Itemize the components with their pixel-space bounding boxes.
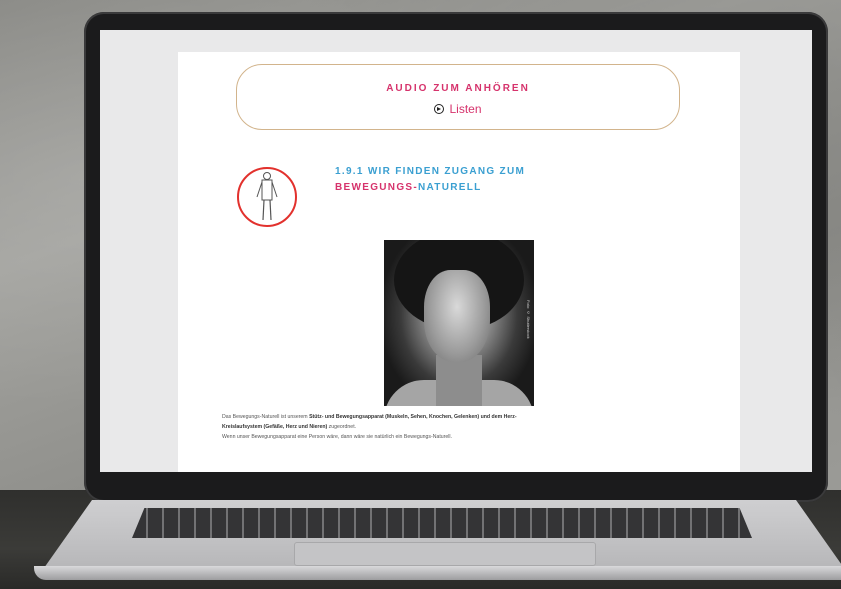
laptop-base-edge [34, 566, 841, 580]
laptop-base [34, 500, 841, 582]
body-line-3: Wenn unser Bewegungsapparat eine Person … [222, 434, 453, 440]
portrait-photo: Foto: © Shutterstock [384, 240, 534, 406]
section-subtitle: BEWEGUNGS-NATURELL [335, 182, 482, 193]
trackpad [294, 542, 596, 566]
subtitle-part-naturell: NATURELL [418, 182, 482, 193]
audio-box: AUDIO ZUM ANHÖREN Listen [236, 64, 680, 130]
section-title: 1.9.1 WIR FINDEN ZUGANG ZUM [335, 166, 526, 177]
listen-label: Listen [449, 102, 482, 116]
body-line-1: Das Bewegungs-Naturell ist unserem Stütz… [222, 412, 722, 422]
subtitle-part-bewegungs: BEWEGUNGS- [335, 182, 418, 193]
audio-title: AUDIO ZUM ANHÖREN [386, 83, 530, 94]
photo-face [424, 270, 490, 362]
body-line-2-plain: zugeordnet. [327, 424, 357, 430]
circle-arrow-icon [434, 104, 445, 114]
body-line-1-bold: Stütz- und Bewegungsapparat (Muskeln, Se… [309, 414, 517, 420]
photo-neck [436, 355, 482, 406]
photo-credit: Foto: © Shutterstock [526, 300, 531, 339]
document-page: AUDIO ZUM ANHÖREN Listen 1.9.1 WIR FINDE… [178, 52, 740, 472]
body-paragraph: Das Bewegungs-Naturell ist unserem Stütz… [222, 412, 722, 442]
body-line-2-bold: Kreislaufsystem (Gefäße, Herz und Nieren… [222, 424, 328, 430]
listen-link[interactable]: Listen [434, 102, 482, 116]
keyboard [132, 508, 752, 538]
laptop-screen: AUDIO ZUM ANHÖREN Listen 1.9.1 WIR FINDE… [100, 30, 812, 472]
human-figure-icon [237, 167, 297, 227]
body-line-1-plain: Das Bewegungs-Naturell ist unserem [222, 414, 310, 420]
body-line-2: Kreislaufsystem (Gefäße, Herz und Nieren… [222, 422, 722, 432]
